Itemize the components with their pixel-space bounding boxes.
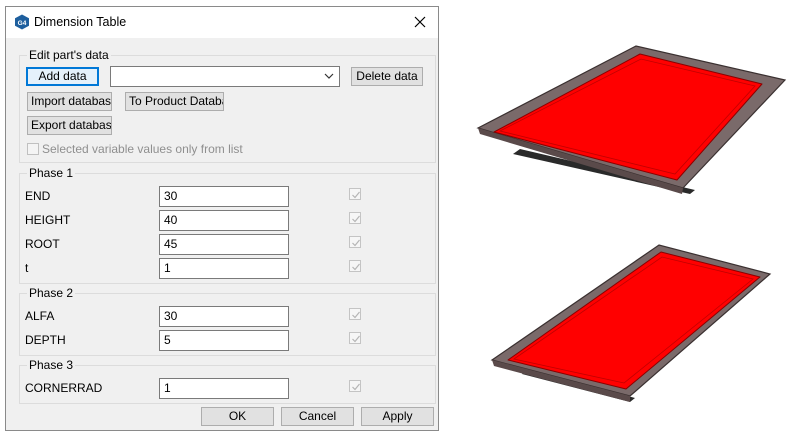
edit-group-legend: Edit part's data [27,48,111,62]
chevron-down-icon [324,73,334,79]
selected-only-label: Selected variable values only from list [42,142,243,156]
g4-hex-icon: G4 [15,14,29,30]
tray-preview-top [476,45,787,194]
param-input-depth[interactable]: 5 [159,330,289,351]
param-label-depth: DEPTH [25,333,66,347]
delete-data-button[interactable]: Delete data [351,67,423,86]
to-product-database-button[interactable]: To Product Database [125,92,224,111]
param-check-root[interactable] [349,236,361,248]
param-label-height: HEIGHT [25,213,71,227]
param-label-end: END [25,189,51,203]
param-check-cornerrad[interactable] [349,380,361,392]
param-check-depth[interactable] [349,332,361,344]
check-icon [352,335,360,343]
dimension-table-dialog: G4 Dimension Table Edit part's data Add … [5,6,439,431]
param-input-height[interactable]: 40 [159,210,289,231]
param-label-t: t [25,261,29,275]
data-combo[interactable] [110,66,340,87]
svg-text:G4: G4 [18,20,27,27]
param-check-t[interactable] [349,260,361,272]
check-icon [352,311,360,319]
check-icon [352,383,360,391]
param-label-alfa: ALFA [25,309,55,323]
param-input-alfa[interactable]: 30 [159,306,289,327]
param-label-root: ROOT [25,237,60,251]
add-data-button[interactable]: Add data [26,67,99,86]
check-icon [352,215,360,223]
phase-3-legend: Phase 3 [27,358,76,372]
ok-button[interactable]: OK [201,407,274,426]
param-input-root[interactable]: 45 [159,234,289,255]
param-check-end[interactable] [349,188,361,200]
import-database-button[interactable]: Import database [27,92,112,111]
param-check-alfa[interactable] [349,308,361,320]
check-icon [352,263,360,271]
param-input-end[interactable]: 30 [159,186,289,207]
param-input-cornerrad[interactable]: 1 [159,378,289,399]
phase-2-legend: Phase 2 [27,286,76,300]
check-icon [352,239,360,247]
param-input-t[interactable]: 1 [159,258,289,279]
param-check-height[interactable] [349,212,361,224]
window-title: Dimension Table [34,15,127,29]
cancel-button[interactable]: Cancel [281,407,354,426]
title-bar: G4 Dimension Table [6,7,438,38]
selected-only-checkbox[interactable] [27,143,39,155]
param-label-cornerrad: CORNERRAD [25,381,103,395]
apply-button[interactable]: Apply [361,407,434,426]
close-icon[interactable] [410,12,430,32]
phase-1-legend: Phase 1 [27,166,76,180]
tray-preview-bottom [490,244,772,402]
export-database-button[interactable]: Export database [27,116,112,135]
check-icon [352,191,360,199]
